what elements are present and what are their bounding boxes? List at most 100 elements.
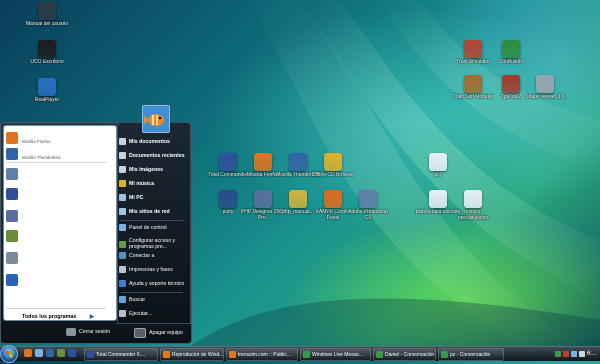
quicklaunch-firefox-icon[interactable] xyxy=(24,349,32,357)
recent-program-item[interactable]: Total Commander xyxy=(6,186,112,202)
network-tray-icon[interactable] xyxy=(570,350,577,357)
start-button[interactable] xyxy=(0,345,18,363)
logoff-label: Cerrar sesión xyxy=(79,329,111,335)
recent-program-item[interactable]: Microsoft Office FrontPage 2003 xyxy=(6,272,112,288)
places-item-label: Configurar acceso y programas pre... xyxy=(129,238,176,250)
quicklaunch-thunderbird-icon[interactable] xyxy=(46,349,54,357)
volume-tray-icon[interactable] xyxy=(578,350,585,357)
taskbar-button[interactable]: Windows Live Messe... xyxy=(300,348,371,361)
desktop-icon[interactable]: pr3 xyxy=(415,153,461,178)
places-item[interactable]: Mis documentos xyxy=(119,138,187,145)
media-player-icon xyxy=(163,351,170,358)
thunderbird-icon xyxy=(289,153,307,171)
places-item[interactable]: Mi música xyxy=(119,180,187,187)
places-item[interactable]: Ayuda y soporte técnico xyxy=(119,280,187,287)
quicklaunch-app-icon[interactable] xyxy=(57,349,65,357)
fish-icon xyxy=(143,106,169,132)
places-item-label: Mis documentos xyxy=(129,138,170,145)
places-item-label: Panel de control xyxy=(129,224,167,231)
desktop-icon-label: RealPlayer xyxy=(34,97,60,103)
chm-icon xyxy=(289,190,307,208)
recent-docs-icon xyxy=(119,152,126,159)
pinned-program-subtitle: Mozilla Firefox xyxy=(22,138,51,144)
desktop-icon[interactable]: Offline CD Browser xyxy=(310,153,356,178)
arrow-right-icon: ▶ xyxy=(89,314,95,320)
messenger-icon xyxy=(441,351,448,358)
recent-program-title: eMule xyxy=(22,233,37,239)
pinned-program-title: Correo electrónico xyxy=(22,148,69,155)
places-item[interactable]: Mis imágenes xyxy=(119,166,187,173)
pinned-program-item[interactable]: Correo electrónico Mozilla Thunderbird xyxy=(6,146,112,162)
taskbar-button[interactable]: trenssim.com :: Public... xyxy=(226,348,298,361)
recent-program-title: Total Commander xyxy=(22,191,63,197)
taskbar-button-label: Daniel - Conversación xyxy=(385,351,435,358)
messenger-tray-icon[interactable] xyxy=(554,350,561,357)
clock[interactable]: 6:... xyxy=(587,351,597,357)
firefox-icon xyxy=(6,132,18,144)
lock-icon xyxy=(66,328,76,336)
recent-program-title: Adobe Photoshop CS xyxy=(22,171,72,177)
places-item[interactable]: Impresoras y faxes xyxy=(119,266,187,273)
taskbar-button[interactable]: Reproductor de Wind... xyxy=(160,348,224,361)
desktop-icon[interactable]: ConBuilder xyxy=(488,40,534,65)
desktop-icon[interactable]: Shape Viewer 1.6 xyxy=(522,75,568,100)
places-item[interactable]: Conectar a xyxy=(119,252,187,259)
recent-program-item[interactable]: Calculadora xyxy=(6,250,112,266)
places-item[interactable]: Buscar xyxy=(119,296,187,303)
separator xyxy=(6,162,106,163)
calculator-icon xyxy=(6,252,18,264)
pinned-program-item[interactable]: Internet Mozilla Firefox xyxy=(6,130,112,146)
desktop-icon-label: Shape Viewer 1.6 xyxy=(525,94,565,100)
firefox-icon xyxy=(229,351,236,358)
frontpage-icon xyxy=(6,274,18,286)
train-modeler-icon xyxy=(464,75,482,93)
taskbar-button-label: trenssim.com :: Public... xyxy=(238,351,292,358)
places-item-label: Documentos recientes xyxy=(129,152,185,159)
desktop-icon[interactable]: Manual del usuario ... xyxy=(24,2,70,33)
places-item[interactable]: Mi PC xyxy=(119,194,187,201)
messenger-icon xyxy=(376,351,383,358)
quicklaunch-show-desktop-icon[interactable] xyxy=(35,349,43,357)
places-item-label: Ejecutar... xyxy=(129,310,153,317)
recent-program-item[interactable]: PHP Designer 2007 - Professional xyxy=(6,208,112,224)
taskbar-button[interactable]: Total Commander 6.... xyxy=(84,348,158,361)
taskbar-button-label: pz - Conversación xyxy=(450,351,491,358)
places-item[interactable]: Configurar acceso y programas pre... xyxy=(119,238,187,250)
gear-app-icon xyxy=(38,40,56,58)
recent-program-item[interactable]: Adobe Photoshop CS xyxy=(6,166,112,182)
default-programs-icon xyxy=(119,240,126,248)
places-item[interactable]: Panel de control xyxy=(119,224,187,231)
power-icon xyxy=(134,328,146,338)
php-designer-icon xyxy=(254,190,272,208)
recent-program-item[interactable]: eMule xyxy=(6,228,112,244)
pictures-icon xyxy=(119,166,126,173)
desktop-icon[interactable]: Adobe Photoshop CS xyxy=(345,190,391,221)
antivirus-tray-icon[interactable] xyxy=(562,350,569,357)
word-doc-icon xyxy=(464,190,482,208)
desktop-icon[interactable]: UCO Escritorio xyxy=(24,40,70,65)
shutdown-button[interactable]: Apagar equipo xyxy=(134,328,183,338)
desktop-icon-label: Adobe Photoshop CS xyxy=(348,209,388,221)
quicklaunch-total-commander-icon[interactable] xyxy=(68,349,76,357)
user-picture-avatar[interactable] xyxy=(142,105,170,133)
recent-program-title: Microsoft Office FrontPage 2003 xyxy=(22,277,97,283)
desktop-icon[interactable]: RealPlayer xyxy=(24,78,70,103)
shape-viewer-icon xyxy=(536,75,554,93)
text-file-icon xyxy=(429,190,447,208)
all-programs-label: Todos los programas xyxy=(22,314,77,320)
desktop-icon-label: UCO Escritorio xyxy=(30,59,64,65)
cd-icon xyxy=(324,153,342,171)
places-item[interactable]: Mis sitios de red xyxy=(119,208,187,215)
desktop-icon[interactable]: relacion presupuestos xyxy=(450,190,496,221)
photoshop-icon xyxy=(6,168,18,180)
taskbar-button[interactable]: pz - Conversación xyxy=(438,348,504,361)
logoff-button[interactable]: Cerrar sesión xyxy=(66,328,110,336)
start-menu: Internet Mozilla Firefox Correo electrón… xyxy=(0,105,192,344)
desktop-icon-label: pr3 xyxy=(434,172,442,178)
places-item[interactable]: Ejecutar... xyxy=(119,310,187,317)
desktop-icon-label: Manual del usuario ... xyxy=(25,21,69,33)
taskbar-button[interactable]: Daniel - Conversación xyxy=(373,348,436,361)
places-item[interactable]: Documentos recientes xyxy=(119,152,187,159)
separator xyxy=(121,292,183,293)
all-programs-button[interactable]: Todos los programas ▶ xyxy=(22,314,94,320)
